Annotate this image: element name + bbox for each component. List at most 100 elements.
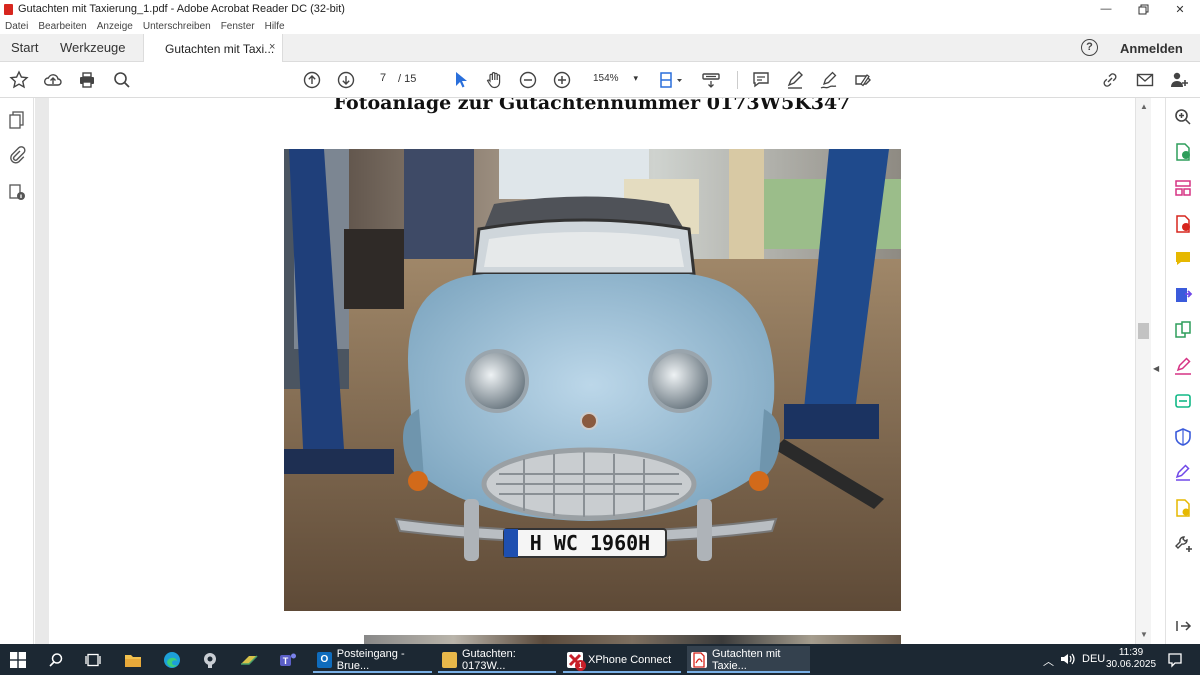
chevron-down-icon: ▾ <box>633 73 638 83</box>
app-gear-icon[interactable] <box>201 649 219 671</box>
title-bar: Gutachten mit Taxierung_1.pdf - Adobe Ac… <box>0 0 1200 18</box>
taskbar-xphone[interactable]: 1 XPhone Connect <box>563 646 681 673</box>
notification-center-icon[interactable] <box>1167 649 1183 671</box>
edge-browser-icon[interactable] <box>163 649 181 671</box>
car-photo: H WC 1960H <box>284 149 901 611</box>
menu-view[interactable]: Anzeige <box>97 21 133 32</box>
zoom-value: 154% <box>593 73 619 84</box>
scroll-mode-icon[interactable] <box>700 69 722 91</box>
tab-tools[interactable]: Werkzeuge <box>60 40 126 55</box>
scroll-down-icon[interactable]: ▼ <box>1140 630 1148 639</box>
document-info-icon[interactable] <box>7 182 27 202</box>
hand-tool-icon[interactable] <box>483 69 505 91</box>
teams-icon[interactable]: T <box>278 649 298 671</box>
zoom-in-icon[interactable] <box>551 69 573 91</box>
more-tools-icon[interactable] <box>1173 534 1193 554</box>
collapse-right-icon[interactable]: ◀ <box>1153 364 1159 373</box>
send-for-review-icon[interactable] <box>1173 498 1193 518</box>
fill-sign-icon[interactable] <box>852 69 874 91</box>
restore-icon[interactable] <box>1125 0 1161 18</box>
scan-ocr-icon[interactable] <box>1173 391 1193 411</box>
taskbar-xphone-label: XPhone Connect <box>588 653 672 666</box>
zoom-select[interactable]: 154% ▾ <box>587 72 642 88</box>
collapse-panel-icon[interactable] <box>1173 616 1193 636</box>
outlook-icon: O <box>317 651 332 668</box>
taskbar-acrobat[interactable]: Gutachten mit Taxie... <box>687 646 810 673</box>
menu-help[interactable]: Hilfe <box>265 21 285 32</box>
share-link-icon[interactable] <box>1099 69 1121 91</box>
menu-window[interactable]: Fenster <box>221 21 255 32</box>
taskbar-search-icon[interactable] <box>48 649 64 671</box>
zoom-tool-icon[interactable] <box>1173 107 1193 127</box>
taskbar-explorer-folder[interactable]: Gutachten: 0173W... <box>438 646 556 673</box>
clock-date: 30.06.2025 <box>1106 659 1157 670</box>
notes-app-icon[interactable] <box>239 649 259 671</box>
page-number-input[interactable]: 7 <box>370 72 396 88</box>
attachment-icon[interactable] <box>7 145 27 165</box>
tab-bar: Start Werkzeuge Gutachten mit Taxi... × … <box>0 34 1200 62</box>
menu-file[interactable]: Datei <box>5 21 28 32</box>
menu-sign[interactable]: Unterschreiben <box>143 21 211 32</box>
zoom-out-icon[interactable] <box>517 69 539 91</box>
tab-close-icon[interactable]: × <box>269 41 275 53</box>
help-icon[interactable]: ? <box>1081 39 1098 56</box>
taskbar-folder-label: Gutachten: 0173W... <box>462 647 516 672</box>
page-heading: Fotoanlage zur Gutachtennummer 0173W5K34… <box>333 98 851 114</box>
pdf-icon <box>4 3 13 15</box>
clock-time: 11:39 <box>1118 647 1144 658</box>
tray-overflow-icon[interactable]: ︿ <box>1043 653 1054 669</box>
task-view-icon[interactable] <box>85 649 101 671</box>
window-title: Gutachten mit Taxierung_1.pdf - Adobe Ac… <box>18 3 345 15</box>
file-explorer-icon[interactable] <box>124 649 142 671</box>
svg-text:T: T <box>283 656 289 666</box>
right-tools-panel <box>1165 98 1200 644</box>
menu-bar: Datei Bearbeiten Anzeige Unterschreiben … <box>0 18 1200 34</box>
page-total: / 15 <box>398 73 417 85</box>
comment-icon[interactable] <box>750 69 772 91</box>
taskbar-outlook[interactable]: O Posteingang - Brue... <box>313 646 432 673</box>
signin-button[interactable]: Anmelden <box>1120 41 1183 56</box>
print-icon[interactable] <box>76 69 98 91</box>
export-pdf-icon[interactable] <box>1173 142 1193 162</box>
xphone-icon: 1 <box>567 651 586 671</box>
toolbar: 7 / 15 154% ▾ <box>0 62 1200 98</box>
volume-icon[interactable] <box>1060 653 1076 668</box>
tab-document-label: Gutachten mit Taxi... <box>165 42 275 56</box>
left-navigation-panel <box>0 98 34 644</box>
select-cursor-icon[interactable] <box>449 69 471 91</box>
minimize-icon[interactable]: — <box>1088 0 1124 18</box>
document-viewer[interactable]: Fotoanlage zur Gutachtennummer 0173W5K34… <box>35 98 1135 644</box>
protect-shield-icon[interactable] <box>1173 427 1193 447</box>
comment-tool-icon[interactable] <box>1173 249 1193 269</box>
email-icon[interactable] <box>1134 69 1156 91</box>
vertical-scrollbar[interactable]: ▲ ▼ <box>1135 98 1151 644</box>
combine-files-icon[interactable] <box>1173 285 1193 305</box>
windows-taskbar: T O Posteingang - Brue... Gutachten: 017… <box>0 644 1200 675</box>
draw-signature-icon[interactable] <box>818 69 840 91</box>
scroll-thumb[interactable] <box>1138 323 1149 339</box>
organize-pages-icon[interactable] <box>1173 178 1193 198</box>
close-icon[interactable]: ✕ <box>1162 0 1198 18</box>
highlight-pen-icon[interactable] <box>784 69 806 91</box>
acrobat-icon <box>691 651 707 668</box>
create-pdf-icon[interactable] <box>1173 214 1193 234</box>
windows-start-icon[interactable] <box>10 649 26 671</box>
input-language[interactable]: DEU <box>1082 653 1105 665</box>
previous-page-icon[interactable] <box>301 69 323 91</box>
next-page-icon[interactable] <box>335 69 357 91</box>
edit-pdf-icon[interactable] <box>1173 320 1193 340</box>
tab-document[interactable]: Gutachten mit Taxi... × <box>143 34 283 62</box>
page-layout-icon[interactable] <box>656 69 686 91</box>
system-clock[interactable]: 11:39 30.06.2025 <box>1106 647 1156 671</box>
sign-tool-icon[interactable] <box>1173 356 1193 376</box>
bookmark-star-icon[interactable] <box>8 69 30 91</box>
fill-and-sign-icon[interactable] <box>1173 462 1193 482</box>
pdf-page: Fotoanlage zur Gutachtennummer 0173W5K34… <box>49 98 1135 644</box>
page-thumbnails-icon[interactable] <box>7 110 27 130</box>
menu-edit[interactable]: Bearbeiten <box>38 21 86 32</box>
tab-home[interactable]: Start <box>11 40 38 55</box>
add-user-icon[interactable] <box>1168 69 1190 91</box>
cloud-upload-icon[interactable] <box>42 69 64 91</box>
scroll-up-icon[interactable]: ▲ <box>1140 102 1148 111</box>
search-icon[interactable] <box>111 69 133 91</box>
